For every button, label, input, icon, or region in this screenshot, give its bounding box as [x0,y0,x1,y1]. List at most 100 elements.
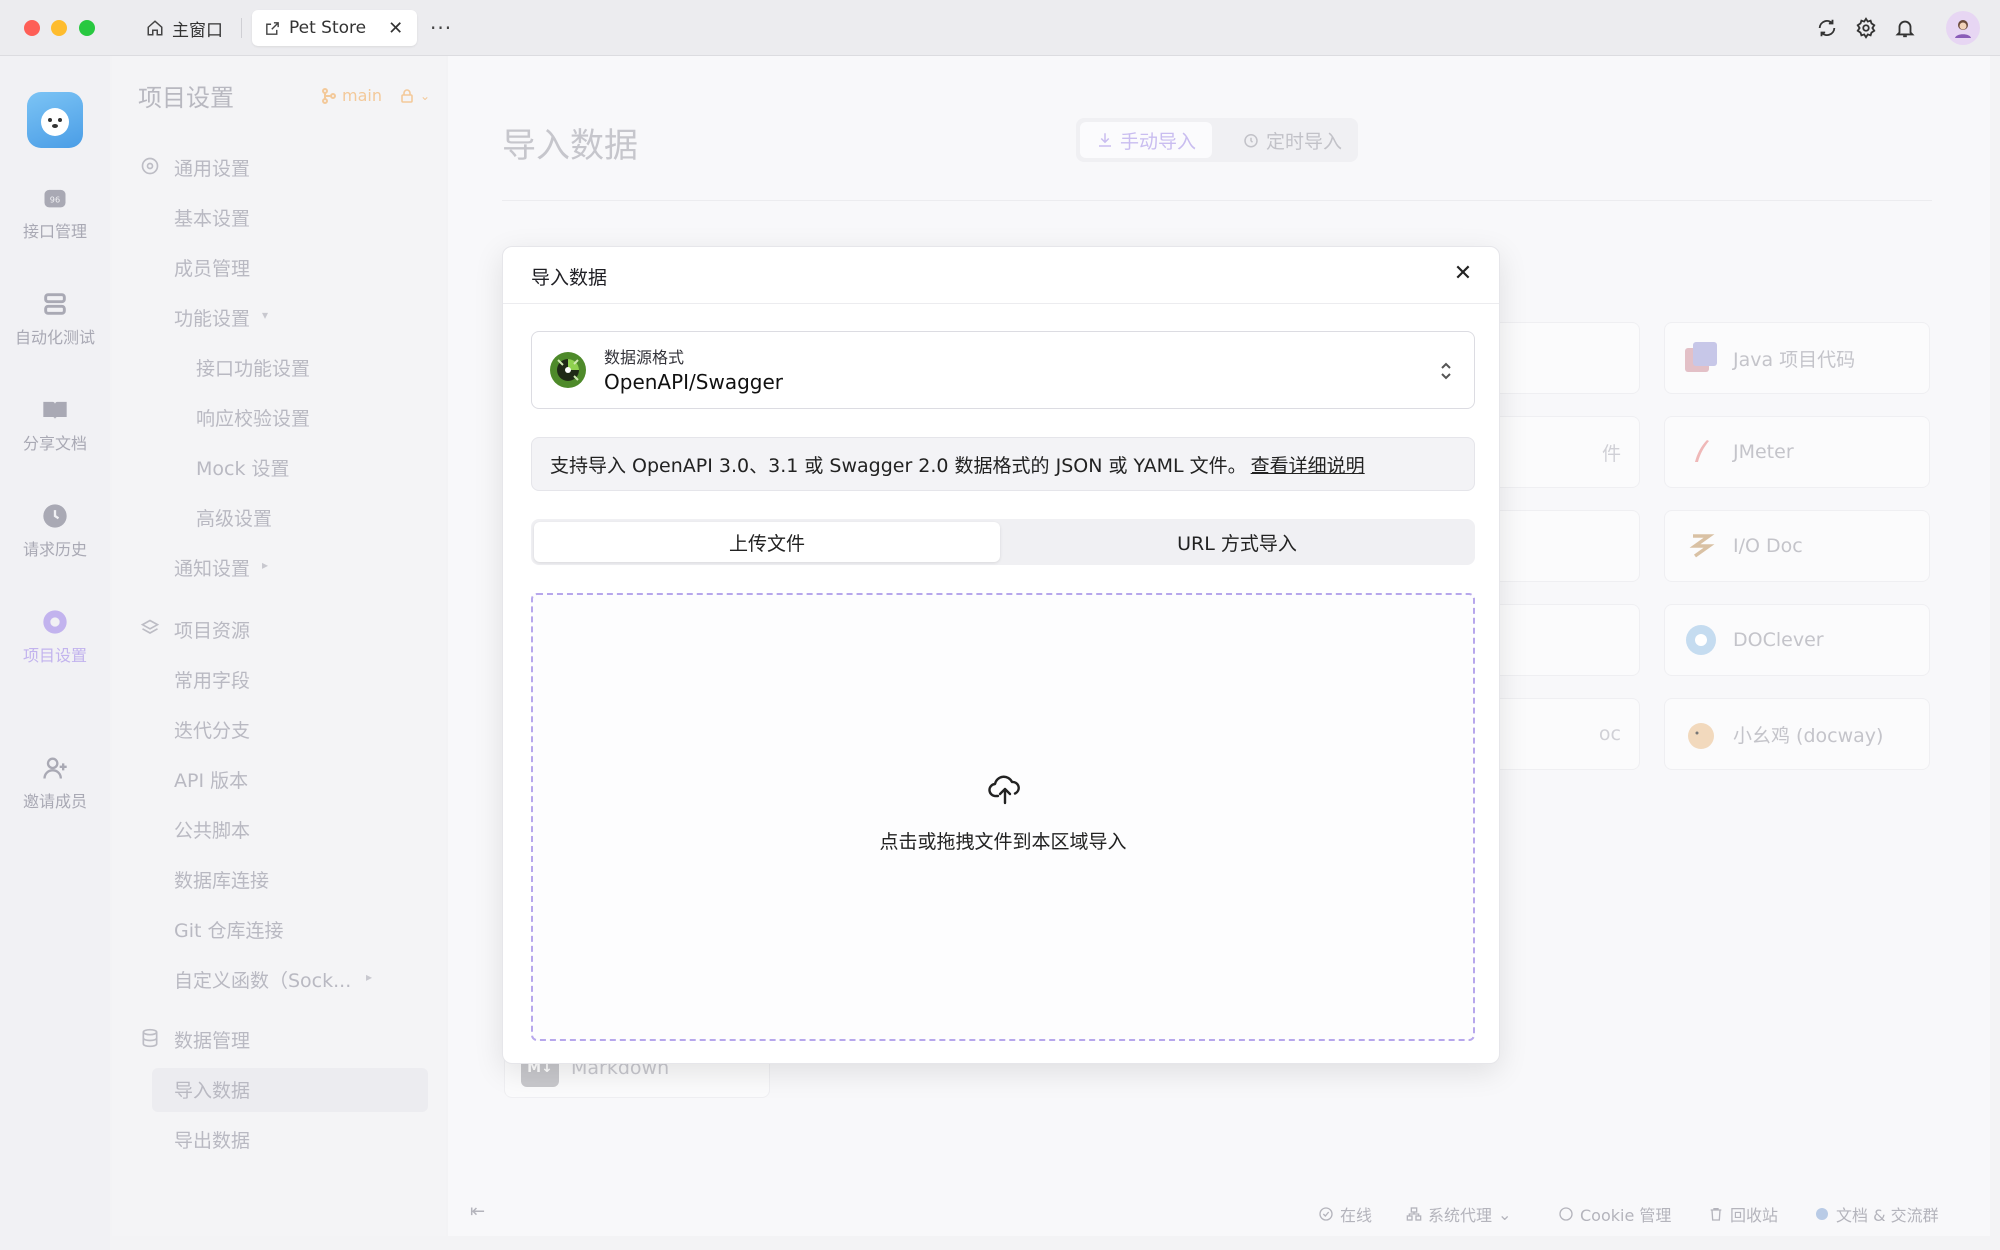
sidebar-item-database[interactable]: 数据库连接 [174,866,269,893]
minimize-window-button[interactable] [51,20,67,36]
status-docs[interactable]: 文档 & 交流群 [1814,1202,1939,1226]
zoom-window-button[interactable] [79,20,95,36]
database-icon [142,1028,158,1048]
rail-invite-members[interactable]: 邀请成员 [0,754,110,812]
api-icon: 96 [44,189,66,208]
import-source-jmeter[interactable]: JMeter [1664,416,1930,488]
chevron-down-icon: ⌄ [419,88,431,103]
stack-icon [44,293,66,315]
sidebar-item-api-features[interactable]: 接口功能设置 [196,354,310,381]
tab-scheduled-import[interactable]: 定时导入 [1232,122,1352,158]
sidebar-item-response-validation[interactable]: 响应校验设置 [196,404,310,431]
tab-label: 主窗口 [172,20,223,41]
user-avatar[interactable] [1946,11,1980,45]
rail-project-settings[interactable]: 项目设置 [0,608,110,666]
sidebar-section-resources[interactable]: 项目资源 [174,616,250,643]
status-label: 系统代理 [1428,1206,1493,1225]
sidebar-item-public-scripts[interactable]: 公共脚本 [174,816,250,843]
import-source-java[interactable]: Java 项目代码 [1664,322,1930,394]
card-label: oc [1598,723,1621,745]
branch-selector[interactable]: main ⌄ [322,86,430,105]
sidebar-item-export-data[interactable]: 导出数据 [174,1126,250,1153]
tab-manual-import[interactable]: 手动导入 [1080,122,1212,158]
dialog-divider [503,303,1499,304]
import-method-tabs: 上传文件 URL 方式导入 [531,519,1475,565]
gear-icon[interactable] [1852,14,1880,42]
card-label: Java 项目代码 [1733,348,1856,371]
rail-label: 邀请成员 [22,792,87,811]
rail-automation-test[interactable]: 自动化测试 [0,290,110,348]
chevron-down-icon: ⌄ [1498,1204,1512,1224]
tab-separator [241,18,242,38]
status-label: 回收站 [1730,1206,1779,1225]
status-cookie[interactable]: Cookie 管理 [1558,1202,1671,1226]
branch-name: main [342,86,382,105]
left-rail: 96 接口管理 自动化测试 分享文档 请求历史 项目设置 邀请成员 [0,56,110,1250]
caret-right-icon: ▸ [262,558,269,572]
tab-url-import[interactable]: URL 方式导入 [1003,522,1471,562]
details-link[interactable]: 查看详细说明 [1251,451,1365,478]
title-bar: 主窗口 Pet Store ✕ ··· [0,0,2000,56]
close-window-button[interactable] [24,20,40,36]
external-link-icon [266,21,279,35]
tab-label: 手动导入 [1119,130,1196,153]
sidebar-title: 项目设置 [138,84,234,112]
rail-request-history[interactable]: 请求历史 [0,502,110,560]
sidebar-item-import-data[interactable]: 导入数据 [174,1076,250,1103]
chat-icon [1816,1208,1828,1220]
sidebar-item-common-fields[interactable]: 常用字段 [174,666,250,693]
iodoc-icon [1689,534,1715,558]
rail-label: 项目设置 [22,646,87,665]
tab-pet-store[interactable]: Pet Store ✕ [252,10,418,46]
cookie-icon [1559,1207,1573,1221]
sidebar-item-iteration-branch[interactable]: 迭代分支 [174,716,250,743]
sidebar-item-notifications[interactable]: 通知设置 [174,554,250,581]
tab-close-icon[interactable]: ✕ [388,18,403,39]
collapse-sidebar-icon[interactable]: ⇤ [470,1201,485,1222]
format-info-banner: 支持导入 OpenAPI 3.0、3.1 或 Swagger 2.0 数据格式的… [531,437,1475,491]
status-label: 文档 & 交流群 [1836,1206,1939,1225]
feather-icon [1695,440,1709,462]
card-label: DOClever [1733,629,1824,651]
more-tabs-button[interactable]: ··· [418,10,464,46]
sidebar-item-mock[interactable]: Mock 设置 [196,454,290,481]
rail-label: 自动化测试 [14,328,95,347]
import-source-iodoc[interactable]: I/O Doc [1664,510,1930,582]
alarm-icon [1244,134,1258,148]
project-logo[interactable] [27,92,83,148]
divider [502,200,1932,201]
close-icon[interactable]: ✕ [1449,259,1477,287]
status-online[interactable]: 在线 [1318,1202,1372,1226]
rail-api-management[interactable]: 96 接口管理 [0,184,110,242]
chick-icon [1688,723,1714,749]
sidebar-item-advanced[interactable]: 高级设置 [196,504,272,531]
card-label: I/O Doc [1733,535,1803,557]
caret-right-icon: ▸ [366,970,373,984]
rail-label: 请求历史 [22,540,87,559]
status-trash[interactable]: 回收站 [1708,1202,1778,1226]
layers-icon [140,619,160,634]
data-source-format-select[interactable]: 数据源格式 OpenAPI/Swagger [531,331,1475,409]
rail-label: 分享文档 [22,434,87,453]
lock-icon [401,88,413,103]
rail-share-docs[interactable]: 分享文档 [0,396,110,454]
import-source-doclever[interactable]: DOClever [1664,604,1930,676]
sidebar-item-git[interactable]: Git 仓库连接 [174,916,284,943]
refresh-icon[interactable] [1813,14,1841,42]
status-proxy[interactable]: 系统代理 ⌄ [1406,1202,1511,1226]
sidebar-section-data[interactable]: 数据管理 [174,1026,250,1053]
tab-main-window[interactable]: 主窗口 [134,10,235,46]
sidebar-item-api-version[interactable]: API 版本 [174,766,248,793]
swagger-icon [550,352,586,388]
caret-down-icon: ▾ [262,308,269,322]
file-drop-zone[interactable]: 点击或拖拽文件到本区域导入 [531,593,1475,1041]
sidebar-item-features[interactable]: 功能设置 [174,304,250,331]
check-circle-icon [1319,1207,1333,1221]
sidebar-item-custom-functions[interactable]: 自定义函数（Sock... [174,966,351,993]
import-source-docway[interactable]: 小幺鸡 (docway) [1664,698,1930,770]
sidebar-item-members[interactable]: 成员管理 [174,254,250,281]
bell-icon[interactable] [1891,14,1919,42]
tab-upload-file[interactable]: 上传文件 [534,522,1000,562]
sidebar-item-basic[interactable]: 基本设置 [174,204,250,231]
sidebar-section-general[interactable]: 通用设置 [174,154,250,181]
